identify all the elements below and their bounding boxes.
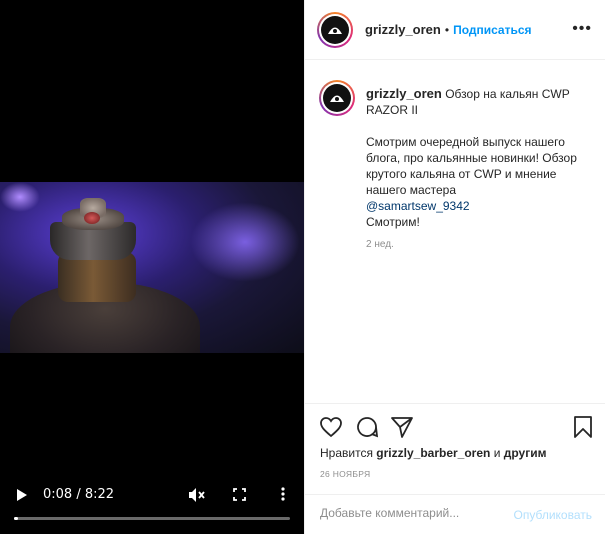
comment-icon[interactable] [355, 415, 379, 442]
video-frame[interactable] [0, 182, 304, 353]
more-options-icon[interactable]: ••• [572, 20, 592, 38]
caption-text: grizzly_oren Обзор на кальян CWP RAZOR I… [366, 86, 594, 230]
play-icon[interactable] [14, 487, 30, 503]
comment-input[interactable] [320, 506, 500, 520]
likes-user[interactable]: grizzly_barber_oren [376, 446, 490, 460]
share-icon[interactable] [391, 416, 413, 441]
avatar[interactable] [317, 12, 353, 48]
brand-logo-icon [323, 84, 351, 112]
caption-avatar[interactable] [319, 80, 355, 116]
video-controls: 0:08 / 8:22 [0, 480, 304, 534]
fullscreen-icon[interactable] [231, 486, 247, 502]
caption-body: Смотрим очередной выпуск нашего блога, п… [366, 135, 577, 197]
brand-logo-icon [321, 16, 349, 44]
likes-others[interactable]: другим [504, 446, 547, 460]
video-glow [190, 202, 300, 282]
video-time: 0:08 / 8:22 [43, 487, 115, 502]
post-actions: Нравится grizzly_barber_oren и другим 26… [305, 403, 605, 534]
video-progress-bar[interactable] [14, 517, 290, 520]
comment-form: Опубликовать [305, 494, 605, 534]
caption-username[interactable]: grizzly_oren [366, 86, 442, 101]
like-heart-icon[interactable] [319, 416, 343, 441]
bookmark-icon[interactable] [573, 416, 593, 441]
publish-button[interactable]: Опубликовать [514, 508, 592, 522]
post-panel: grizzly_oren • Подписаться ••• grizzly_ore… [304, 0, 605, 534]
likes-middle: и [493, 446, 501, 460]
post-header: grizzly_oren • Подписаться ••• [305, 0, 605, 60]
caption-tail: Смотрим! [366, 215, 420, 229]
video-progress-fill [14, 517, 19, 520]
header-separator: • [444, 23, 450, 37]
video-bokeh [0, 182, 40, 212]
follow-button[interactable]: Подписаться [453, 23, 531, 37]
header-username[interactable]: grizzly_oren [365, 22, 441, 37]
post-date[interactable]: 26 НОЯБРЯ [320, 469, 370, 479]
likes-summary: Нравится grizzly_barber_oren и другим [320, 446, 546, 460]
mute-icon[interactable] [187, 486, 207, 504]
video-player[interactable]: 0:08 / 8:22 [0, 0, 304, 534]
caption-mention[interactable]: @samartsew_9342 [366, 199, 470, 213]
more-vert-icon[interactable] [278, 486, 288, 502]
caption-age[interactable]: 2 нед. [366, 239, 394, 250]
likes-prefix: Нравится [320, 446, 373, 460]
hookah-ember [84, 212, 100, 224]
